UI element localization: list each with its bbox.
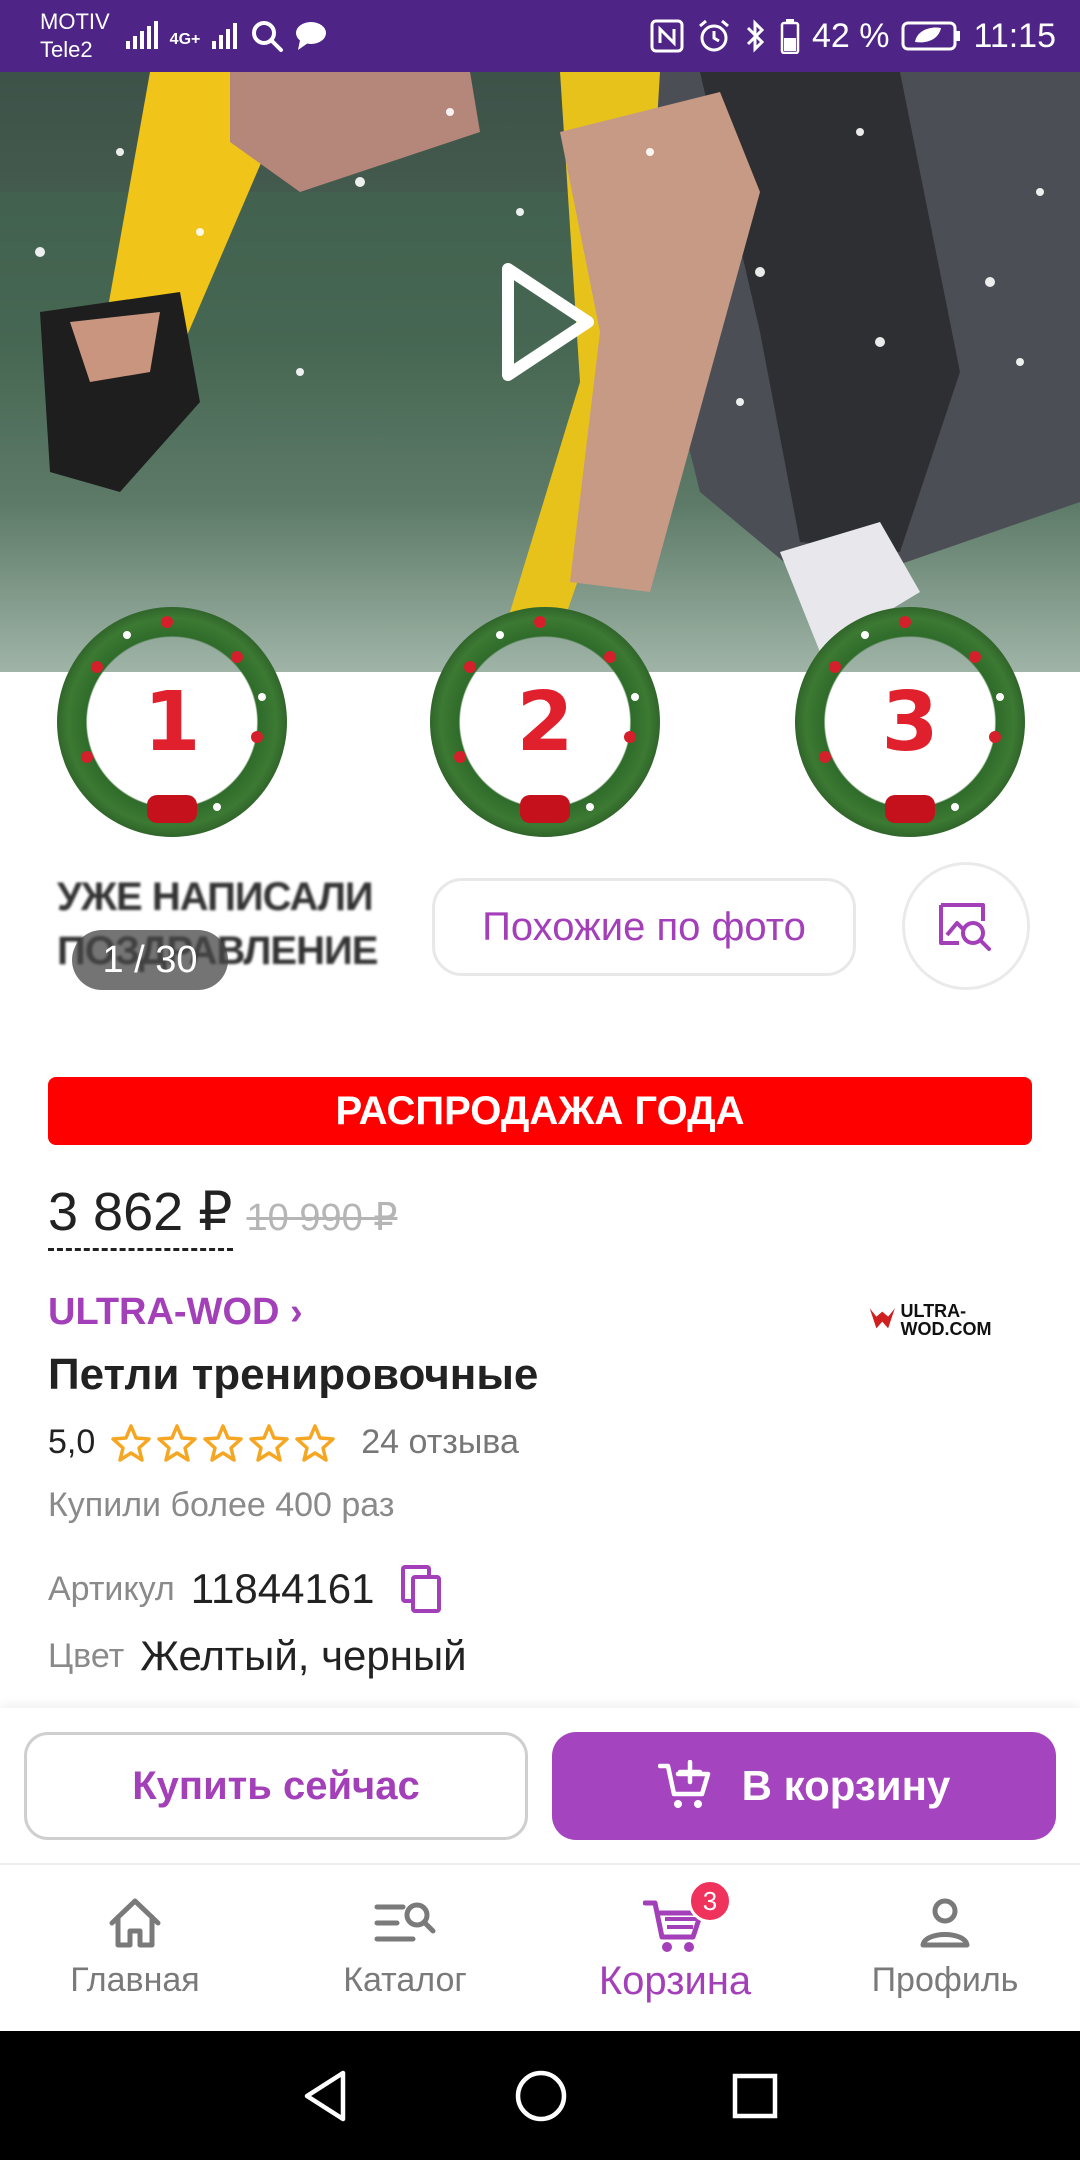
wreath-number: 1 (143, 674, 201, 770)
sku-label: Артикул (48, 1569, 175, 1608)
wreath-bow (520, 795, 570, 823)
battery-icon (780, 19, 800, 54)
purchase-action-bar: Купить сейчас В корзину (0, 1708, 1080, 1863)
cart-plus-icon (657, 1760, 710, 1808)
recents-icon[interactable] (731, 2072, 779, 2120)
sku-value: 11844161 (190, 1565, 375, 1612)
image-search-button[interactable] (902, 862, 1030, 990)
brand-logo-mark (869, 1308, 895, 1329)
tab-label: Каталог (343, 1961, 467, 1999)
sku-row: Артикул 11844161 (48, 1563, 443, 1615)
carrier-1: MOTIV (40, 9, 110, 34)
price-row: 3 862 ₽ 10 990 ₽ (48, 1182, 397, 1251)
play-icon (502, 263, 594, 381)
wreath-number: 3 (881, 674, 939, 770)
tab-profile[interactable]: Профиль (810, 1865, 1080, 2031)
battery-percent: 42 % (811, 16, 890, 55)
rating-stars (111, 1423, 336, 1462)
copy-icon[interactable] (399, 1563, 443, 1615)
tab-cart[interactable]: 3 Корзина (540, 1865, 810, 2031)
signal-icon (125, 21, 158, 49)
wreath-number: 2 (516, 674, 574, 770)
catalog-search-icon (374, 1902, 436, 1942)
star-icon (249, 1423, 290, 1462)
gallery-counter: 1 / 30 (72, 930, 228, 990)
tab-label: Главная (70, 1961, 200, 1999)
product-title: Петли тренировочные (48, 1350, 539, 1399)
brand-logo[interactable]: ULTRA-WOD.COM (868, 1300, 1032, 1340)
profile-icon (920, 1898, 970, 1948)
star-icon (295, 1423, 336, 1462)
carrier-2: Tele2 (40, 37, 93, 62)
status-left: MOTIV Tele2 4G+ (40, 8, 328, 64)
status-right: 42 % 11:15 (650, 17, 1056, 56)
similar-by-photo-button[interactable]: Похожие по фото (432, 878, 856, 976)
home-circle-icon[interactable] (514, 2069, 568, 2123)
image-search-icon (939, 903, 991, 951)
network-type: 4G+ (169, 31, 201, 48)
tab-label: Корзина (598, 1959, 752, 2003)
star-icon (203, 1423, 244, 1462)
color-label: Цвет (48, 1636, 125, 1675)
back-icon[interactable] (301, 2069, 351, 2123)
status-bar: MOTIV Tele2 4G+ 42 % 11:15 (0, 0, 1080, 72)
wreath-2: 2 (430, 607, 660, 837)
brand-logo-text: ULTRA-WOD.COM (900, 1301, 992, 1339)
buy-now-button[interactable]: Купить сейчас (24, 1732, 528, 1840)
brand-logo-wordmark: ULTRA-WOD.COM (901, 1302, 1032, 1338)
reviews-link[interactable]: 24 отзыва (361, 1423, 519, 1462)
wreath-3: 3 (795, 607, 1025, 837)
tab-catalog[interactable]: Каталог (270, 1865, 540, 2031)
bought-count: Купили более 400 раз (48, 1486, 395, 1524)
play-button[interactable] (490, 257, 600, 387)
wreath-caption-line: УЖЕ НАПИСАЛИ (57, 875, 374, 919)
rating-row[interactable]: 5,0 24 отзыва (48, 1423, 519, 1462)
wreath-bow (885, 795, 935, 823)
system-navigation-bar (0, 2031, 1080, 2160)
alarm-icon (698, 19, 729, 52)
bluetooth-icon (746, 19, 765, 53)
bottom-tab-bar: Главная Каталог 3 Корзина Профиль (0, 1863, 1080, 2031)
status-icons: 4G+ (124, 19, 329, 53)
home-icon (109, 1898, 161, 1948)
brand-link[interactable]: ULTRA-WOD › (48, 1291, 303, 1334)
battery-saver-icon (901, 21, 961, 51)
search-icon (252, 21, 284, 52)
price-current[interactable]: 3 862 ₽ (48, 1182, 233, 1251)
wreath-1: 1 (57, 607, 287, 837)
color-row: Цвет Желтый, черный (48, 1632, 467, 1680)
wreath-bow (147, 795, 197, 823)
tab-label: Профиль (871, 1961, 1019, 1999)
cart-count-badge: 3 (688, 1879, 732, 1923)
product-gallery[interactable]: 1 2 3 УЖЕ НАПИСАЛИ ПОЗДРАВЛЕНИЕ 1 / 30 П… (0, 72, 1080, 1012)
nfc-icon (650, 19, 684, 53)
price-old: 10 990 ₽ (246, 1197, 398, 1239)
signal-2-icon (212, 23, 238, 49)
star-icon (111, 1423, 152, 1462)
rating-value: 5,0 (48, 1423, 96, 1461)
chat-icon (296, 22, 327, 50)
sale-banner[interactable]: РАСПРОДАЖА ГОДА (48, 1077, 1032, 1145)
tab-home[interactable]: Главная (0, 1865, 270, 2031)
add-to-cart-button[interactable]: В корзину (552, 1732, 1056, 1840)
star-icon (157, 1423, 198, 1462)
add-to-cart-label: В корзину (741, 1762, 951, 1809)
clock: 11:15 (973, 16, 1056, 55)
carrier-names: MOTIV Tele2 (40, 8, 110, 64)
color-value: Желтый, черный (140, 1632, 467, 1679)
